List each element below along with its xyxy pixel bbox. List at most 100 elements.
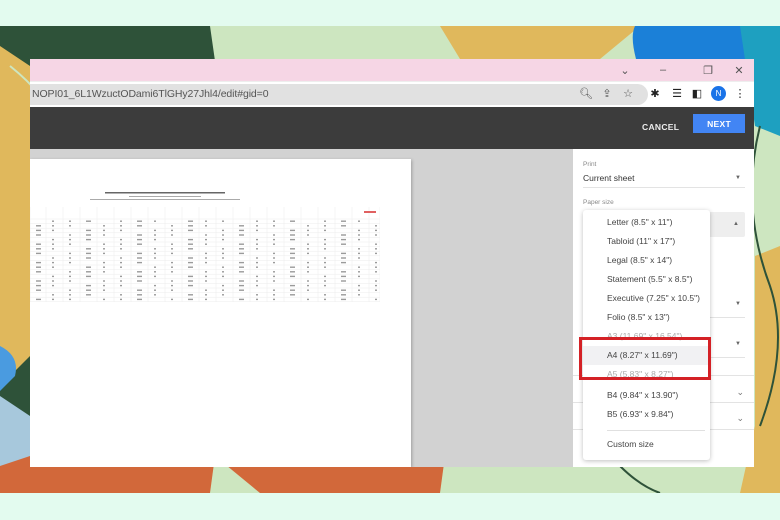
- next-button[interactable]: NEXT: [693, 114, 745, 133]
- cell-value: [341, 234, 346, 236]
- cell-value: [86, 271, 91, 273]
- cell-value: [154, 248, 156, 250]
- cell-value: [52, 266, 54, 268]
- chevron-down-icon[interactable]: ⌄: [736, 413, 744, 424]
- url-input[interactable]: NOPI01_6L1WzuctODami6TlGHy27Jhl4/edit#gi…: [30, 84, 648, 105]
- share-icon[interactable]: ⇪: [600, 86, 614, 100]
- profile-avatar[interactable]: N: [711, 86, 726, 101]
- cell-value: [324, 257, 326, 259]
- paper-option-b5[interactable]: B5 (6.93" x 9.84"): [583, 405, 710, 424]
- cell-value: [137, 261, 142, 264]
- paper-option-b4[interactable]: B4 (9.84" x 13.90"): [583, 386, 710, 405]
- cell-value: [52, 248, 54, 250]
- cell-value: [375, 261, 377, 264]
- cell-value: [375, 243, 377, 245]
- cell-value: [290, 271, 295, 273]
- sheet-subtitle: [90, 198, 240, 201]
- media-queue-icon[interactable]: ☰: [670, 86, 684, 100]
- cell-value: [239, 289, 244, 291]
- cell-value: [154, 271, 156, 273]
- cell-value: [256, 266, 258, 268]
- preview-page: [30, 159, 411, 467]
- cell-value: [69, 243, 71, 245]
- cell-value: [103, 243, 105, 245]
- dropdown-arrow-icon[interactable]: ▼: [735, 301, 741, 307]
- dropdown-arrow-icon[interactable]: ▼: [735, 175, 741, 181]
- more-menu-icon[interactable]: ⋮: [733, 86, 747, 100]
- cell-value: [273, 298, 275, 301]
- cell-value: [36, 252, 41, 255]
- cell-value: [137, 220, 142, 222]
- cell-value: [358, 234, 360, 236]
- cell-value: [171, 298, 173, 301]
- cell-value: [154, 229, 156, 232]
- cell-value: [188, 261, 193, 264]
- title-bar: ⌄ – ❐ ✕: [30, 59, 754, 81]
- paper-option-custom-size[interactable]: Custom size: [583, 435, 710, 454]
- cell-value: [69, 289, 71, 291]
- cell-value: [137, 294, 142, 296]
- cell-value: [120, 284, 122, 287]
- cell-value: [154, 257, 156, 259]
- cell-value: [307, 252, 309, 255]
- cell-value: [86, 294, 91, 296]
- cell-value: [358, 266, 360, 268]
- cancel-button[interactable]: CANCEL: [642, 122, 679, 132]
- paper-option-folio[interactable]: Folio (8.5" x 13"): [583, 308, 710, 327]
- cell-value: [137, 252, 142, 255]
- paper-option-executive[interactable]: Executive (7.25" x 10.5"): [583, 289, 710, 308]
- cell-value: [222, 284, 224, 287]
- cell-value: [137, 289, 142, 291]
- cell-value: [222, 257, 224, 259]
- cell-value: [256, 238, 258, 241]
- paper-option-statement[interactable]: Statement (5.5" x 8.5"): [583, 270, 710, 289]
- paper-option-letter[interactable]: Letter (8.5" x 11"): [583, 213, 710, 232]
- zoom-icon[interactable]: 🔍︎: [579, 86, 593, 100]
- paper-option-legal[interactable]: Legal (8.5" x 14"): [583, 251, 710, 270]
- cell-value: [324, 238, 326, 241]
- cell-value: [36, 229, 41, 232]
- cell-value: [222, 229, 224, 232]
- cell-value: [52, 257, 54, 259]
- restore-icon[interactable]: ❐: [693, 59, 723, 81]
- chevron-down-icon[interactable]: ⌄: [736, 387, 744, 398]
- cell-value: [52, 298, 54, 301]
- cell-value: [69, 280, 71, 282]
- bookmark-star-icon[interactable]: ☆: [621, 86, 635, 100]
- cell-value: [137, 271, 142, 273]
- cell-value: [324, 284, 326, 287]
- cell-value: [307, 271, 309, 273]
- cell-value: [375, 225, 377, 227]
- paper-option-tabloid[interactable]: Tabloid (11" x 17"): [583, 232, 710, 251]
- cell-value: [375, 234, 377, 236]
- cell-value: [341, 294, 346, 296]
- cell-value: [375, 284, 377, 287]
- cell-value: [239, 252, 244, 255]
- dropdown-arrow-icon[interactable]: ▼: [735, 341, 741, 347]
- cell-value: [69, 225, 71, 227]
- cell-value: [188, 257, 193, 259]
- cell-value: [205, 257, 207, 259]
- cell-value: [103, 271, 105, 273]
- print-select-value[interactable]: Current sheet: [583, 173, 635, 183]
- dropdown-arrow-up-icon[interactable]: ▲: [733, 221, 739, 227]
- cell-value: [358, 229, 360, 232]
- cell-value: [69, 298, 71, 301]
- extensions-puzzle-icon[interactable]: ✱: [648, 86, 662, 100]
- cell-value: [307, 261, 309, 264]
- cell-value: [375, 280, 377, 282]
- cell-value: [205, 280, 207, 282]
- cell-value: [222, 294, 224, 296]
- cell-value: [290, 238, 295, 241]
- cell-value: [358, 257, 360, 259]
- tab-search-icon[interactable]: ⌄: [610, 59, 640, 81]
- close-icon[interactable]: ✕: [724, 59, 754, 81]
- cell-value: [307, 229, 309, 232]
- side-panel-icon[interactable]: ◧: [690, 86, 704, 100]
- minimize-icon[interactable]: –: [648, 59, 678, 81]
- cell-value: [273, 271, 275, 273]
- cell-value: [205, 234, 207, 236]
- cell-value: [307, 289, 309, 291]
- cell-value: [86, 248, 91, 250]
- cell-value: [358, 275, 360, 278]
